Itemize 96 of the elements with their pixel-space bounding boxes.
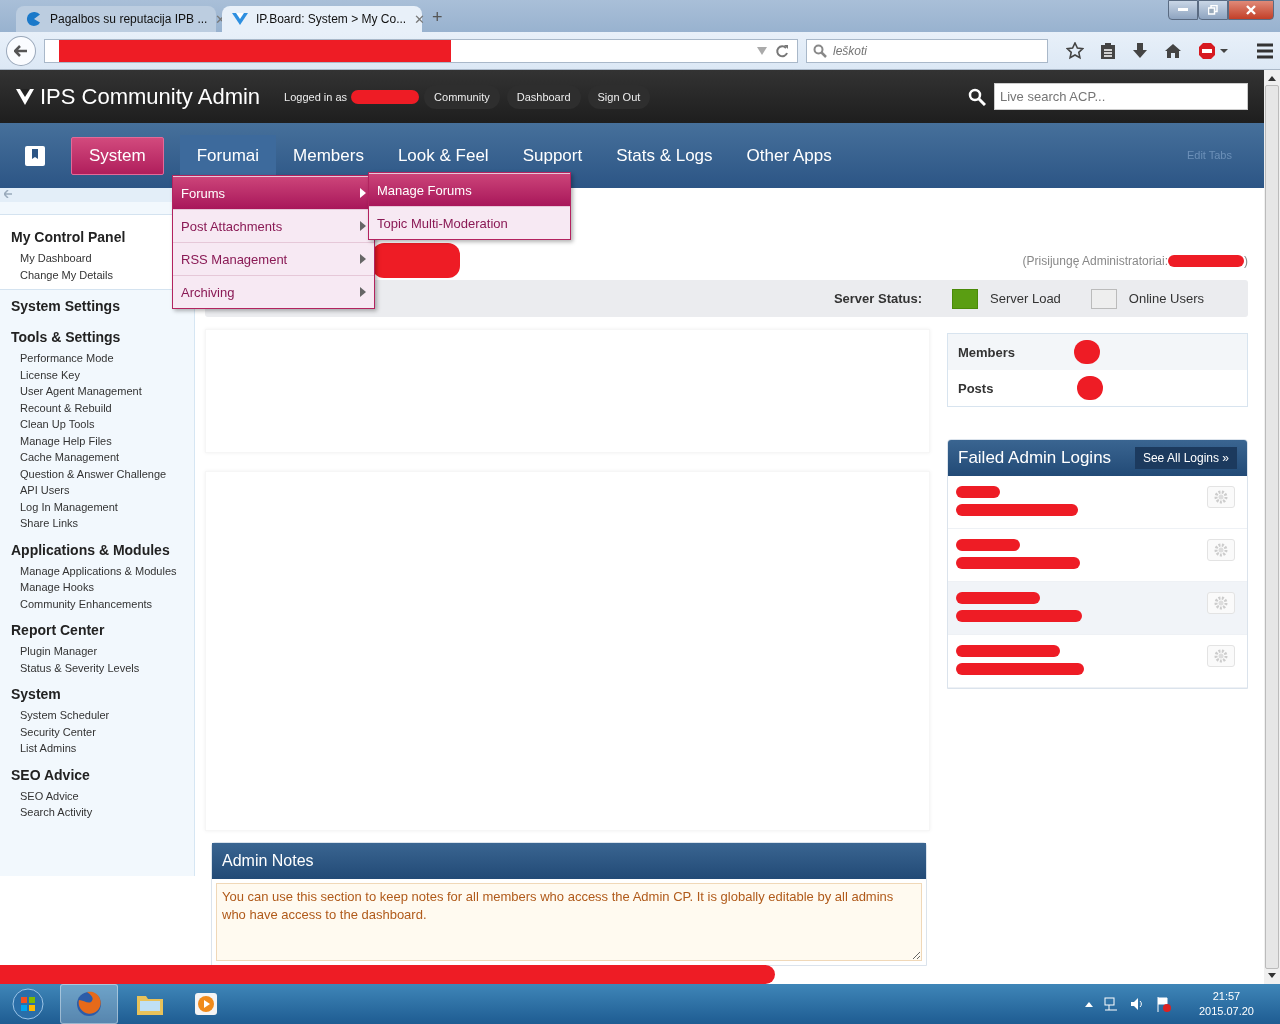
search-field[interactable]: leškoti [806,38,1048,63]
reload-icon[interactable] [775,43,789,58]
scrollbar[interactable] [1264,70,1280,984]
sidebar-heading: System [10,685,62,704]
play-icon [194,992,218,1016]
redaction-mark [1077,376,1103,400]
submenu-arrow-icon [360,287,366,297]
sidebar-link[interactable]: Clean Up Tools [0,416,194,433]
nav-tab[interactable]: Other Apps [729,123,849,188]
status-label: Online Users [1128,291,1204,306]
close-button[interactable] [1228,0,1274,20]
new-tab-icon[interactable]: + [432,7,443,28]
sidebar-link[interactable]: API Users [0,482,194,499]
server-status-label: Server Status: [833,291,923,306]
gear-icon [1214,543,1228,557]
sidebar-link[interactable]: License Key [0,366,194,383]
menu-icon[interactable] [1256,42,1274,59]
sidebar-link[interactable]: Question & Answer Challenge [0,465,194,482]
search-field[interactable]: Live search ACP... [994,83,1248,110]
notes-field[interactable]: You can use this section to keep notes for all members who access the Admin CP. It is globally editable by all admins who have access to the dashboard. [216,883,922,961]
sidebar-link[interactable]: Search Activity [0,804,194,821]
sidebar-link[interactable]: Plugin Manager [0,643,194,660]
sidebar-link[interactable]: Cache Management [0,449,194,466]
arrow-icon [13,44,28,57]
redaction-mark [956,486,1000,498]
stat-label: Members [958,344,1016,360]
windows-logo-icon [12,988,44,1020]
home-icon[interactable] [1164,42,1182,59]
browser-icon [75,990,103,1018]
submenu-arrow-icon [360,188,366,198]
clock[interactable]: 21:57 2015.07.20 [1198,989,1254,1019]
admins-online-label: ) [1244,254,1248,268]
sidebar-heading: SEO Advice [10,765,91,785]
gear-icon [1214,596,1228,610]
up-arrow-icon [1268,75,1276,81]
sidebar-link[interactable]: Community Enhancements [0,595,194,612]
menu-item[interactable]: Topic Multi-Moderation [369,206,570,239]
sidebar-link[interactable]: List Admins [0,740,194,757]
gear-icon [1214,649,1228,663]
restore-button[interactable] [1198,0,1228,20]
sidebar-link[interactable]: Recount & Rebuild [0,399,194,416]
admins-online-label: (Prisijungę Administratoriai: [1022,254,1168,268]
speaker-icon[interactable] [1128,996,1145,1012]
sidebar-heading: Tools & Settings [10,328,122,347]
pacman-icon [26,11,42,27]
up-arrow-icon[interactable] [1084,1001,1093,1007]
submenu-arrow-icon [360,221,366,231]
panel-title: Failed Admin Logins [958,448,1112,468]
sidebar-link[interactable]: Security Center [0,723,194,740]
sidebar-link[interactable]: Performance Mode [0,350,194,367]
submenu-arrow-icon [360,254,366,264]
network-icon[interactable] [1102,996,1119,1012]
minimize-icon [1178,8,1188,12]
clipboard-icon[interactable] [1100,41,1116,60]
logo-icon [232,12,248,26]
sidebar-link[interactable]: System Scheduler [0,707,194,724]
sidebar-link[interactable]: Status & Severity Levels [0,659,194,676]
down-arrow-icon [1268,973,1276,979]
sidebar-link[interactable]: Log In Management [0,498,194,515]
nav-tab[interactable]: Stats & Logs [599,123,730,188]
close-icon [1246,5,1256,15]
menu-item[interactable]: Archiving [173,275,374,308]
adblock-icon[interactable] [1198,41,1228,60]
redaction-mark [351,89,420,104]
see-all-button[interactable]: See All Logins » [1134,447,1237,469]
sidebar-link[interactable]: Manage Help Files [0,432,194,449]
nav-tab[interactable]: System [71,136,164,175]
stat-label: Posts [958,380,994,396]
sidebar-heading: Applications & Modules [10,540,171,560]
menu-item[interactable]: Manage Forums [369,173,570,206]
logo-icon [16,88,34,105]
book-icon[interactable] [25,145,45,166]
sidebar-link[interactable]: Manage Hooks [0,579,194,596]
sidebar-link[interactable]: User Agent Management [0,383,194,400]
redaction-mark [1074,340,1100,364]
restore-icon [1208,5,1218,15]
sidebar-link[interactable]: Share Links [0,515,194,532]
logged-in-label: Logged in as [284,90,348,103]
star-icon[interactable] [1066,41,1084,60]
sidebar-link[interactable]: SEO Advice [0,787,194,804]
download-icon[interactable] [1132,41,1148,60]
redaction-mark [956,539,1020,551]
flag-icon[interactable] [1154,996,1171,1012]
address-field[interactable] [43,38,798,63]
sidebar-heading: Report Center [10,621,106,640]
gear-icon [1214,490,1228,504]
dropdown-icon [757,46,767,55]
panel-title: Admin Notes [222,852,314,870]
browser-tab[interactable]: IP.Board: System > My Co... ✕ [222,6,422,32]
taskbar-app[interactable] [60,984,118,1024]
search-icon [968,87,986,106]
minimize-button[interactable] [1168,0,1198,20]
menu-item[interactable]: RSS Management [173,242,374,275]
status-label: Server Load [990,291,1061,306]
back-button[interactable] [6,35,36,66]
sidebar-link[interactable]: Manage Applications & Modules [0,562,194,579]
